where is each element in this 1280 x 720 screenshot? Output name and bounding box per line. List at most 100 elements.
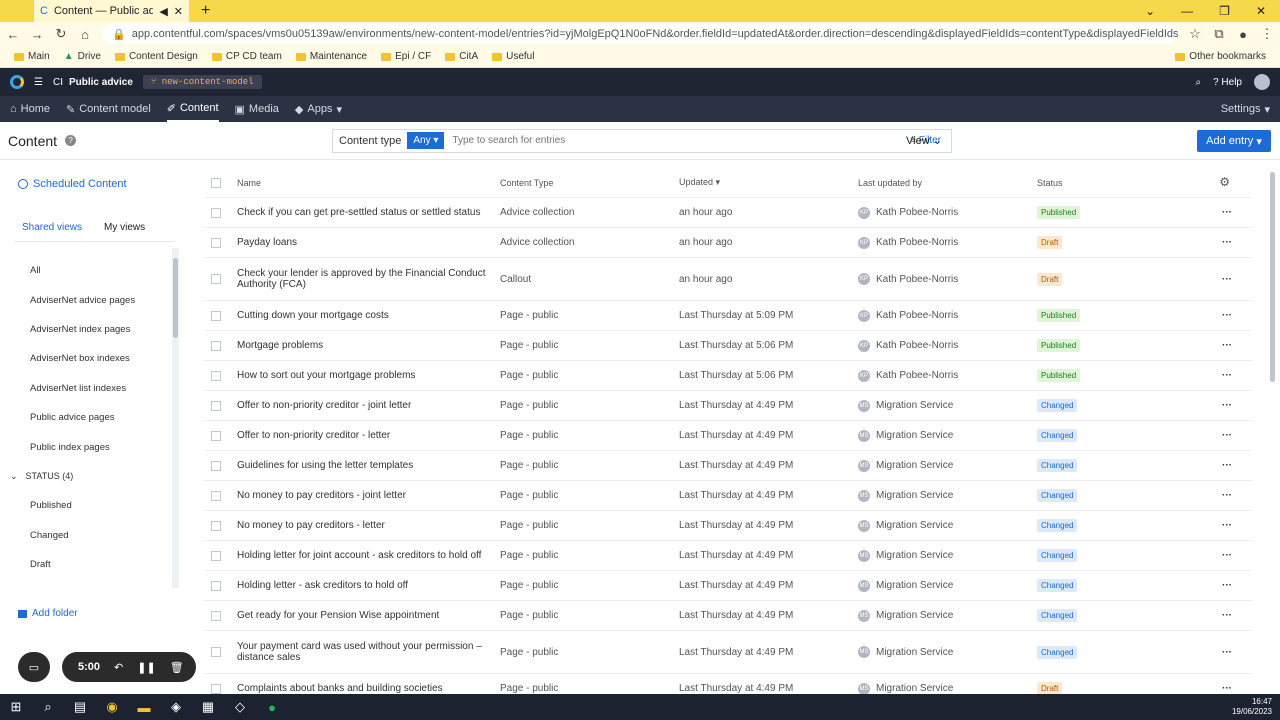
bookmark-item[interactable]: CP CD team xyxy=(211,51,282,62)
system-clock[interactable]: 16:47 19/06/2023 xyxy=(1232,697,1272,717)
nav-content-model[interactable]: ✎ Content model xyxy=(66,96,151,122)
sidebar-scrollbar[interactable] xyxy=(172,248,179,588)
row-checkbox[interactable] xyxy=(211,647,221,657)
entry-name[interactable]: Holding letter for joint account - ask c… xyxy=(237,550,500,561)
entry-name[interactable]: Guidelines for using the letter template… xyxy=(237,460,500,471)
environment-badge[interactable]: ⑂ new-content-model xyxy=(142,75,262,89)
table-scroll-thumb[interactable] xyxy=(1269,172,1275,382)
more-actions-icon[interactable]: ··· xyxy=(1217,460,1237,471)
reload-icon[interactable]: ↻ xyxy=(54,26,68,42)
entry-name[interactable]: Check your lender is approved by the Fin… xyxy=(237,268,500,290)
more-actions-icon[interactable]: ··· xyxy=(1217,370,1237,381)
bookmark-item[interactable]: Useful xyxy=(492,51,534,62)
col-last-updated-by[interactable]: Last updated by xyxy=(858,178,1037,188)
sidebar-scroll-thumb[interactable] xyxy=(173,258,178,338)
bookmark-item[interactable]: Epi / CF xyxy=(381,51,431,62)
tab-my-views[interactable]: My views xyxy=(104,222,145,233)
add-entry-button[interactable]: Add entry ▾ xyxy=(1197,130,1271,152)
bookmark-item[interactable]: CitA xyxy=(445,51,478,62)
row-checkbox[interactable] xyxy=(211,520,221,531)
bookmark-item[interactable]: Maintenance xyxy=(295,51,367,62)
nav-apps[interactable]: ◆ Apps ▾ xyxy=(295,96,342,122)
table-row[interactable]: Holding letter for joint account - ask c… xyxy=(204,541,1252,571)
row-checkbox[interactable] xyxy=(211,683,221,694)
search-input[interactable] xyxy=(444,135,901,146)
col-name[interactable]: Name xyxy=(237,178,500,188)
entry-name[interactable]: Offer to non-priority creditor - joint l… xyxy=(237,400,500,411)
content-type-select[interactable]: Any ▾ xyxy=(407,132,445,149)
view-item[interactable]: AdviserNet box indexes xyxy=(0,344,172,373)
entry-name[interactable]: How to sort out your mortgage problems xyxy=(237,370,500,381)
row-checkbox[interactable] xyxy=(211,370,221,381)
app-icon[interactable]: ◇ xyxy=(232,699,248,715)
view-item[interactable]: All xyxy=(0,256,172,285)
more-actions-icon[interactable]: ··· xyxy=(1217,580,1237,591)
windows-start-icon[interactable]: ⊞ xyxy=(8,699,24,715)
row-checkbox[interactable] xyxy=(211,340,221,351)
undo-icon[interactable]: ↶ xyxy=(114,661,123,674)
chevron-down-icon[interactable]: ⌄ xyxy=(1145,4,1155,18)
entry-name[interactable]: No money to pay creditors - joint letter xyxy=(237,490,500,501)
url-input[interactable]: 🔒 app.contentful.com/spaces/vms0u05139aw… xyxy=(102,24,1178,44)
more-actions-icon[interactable]: ··· xyxy=(1217,310,1237,321)
status-folder-header[interactable]: ⌄ STATUS (4) xyxy=(0,462,172,491)
search-icon[interactable]: ⌕ xyxy=(1195,77,1201,88)
table-row[interactable]: No money to pay creditors - letter Page -… xyxy=(204,511,1252,541)
nav-content[interactable]: ✐ Content xyxy=(166,96,219,122)
table-row[interactable]: Get ready for your Pension Wise appointm… xyxy=(204,601,1252,631)
row-checkbox[interactable] xyxy=(211,580,221,591)
extensions-icon[interactable]: ⧉ xyxy=(1212,26,1226,42)
view-item[interactable]: AdviserNet index pages xyxy=(0,315,172,344)
space-switcher[interactable]: CI Public advice xyxy=(53,77,133,88)
chrome-icon[interactable]: ◉ xyxy=(104,699,120,715)
pause-icon[interactable]: ❚❚ xyxy=(137,661,155,674)
row-checkbox[interactable] xyxy=(211,400,221,411)
more-actions-icon[interactable]: ··· xyxy=(1217,490,1237,501)
minimize-icon[interactable]: — xyxy=(1181,4,1193,18)
more-actions-icon[interactable]: ··· xyxy=(1217,430,1237,441)
restore-icon[interactable]: ❐ xyxy=(1219,4,1230,18)
app-icon[interactable]: ◈ xyxy=(168,699,184,715)
help-circle-icon[interactable]: ? xyxy=(65,135,77,146)
entry-name[interactable]: Payday loans xyxy=(237,237,500,248)
row-checkbox[interactable] xyxy=(211,610,221,621)
more-actions-icon[interactable]: ··· xyxy=(1217,237,1237,248)
nav-settings[interactable]: Settings ▾ xyxy=(1221,96,1270,122)
table-row[interactable]: Payday loans Advice collection an hour ago… xyxy=(204,228,1252,258)
bookmark-item[interactable]: ▲ Drive xyxy=(64,51,101,62)
entry-name[interactable]: Mortgage problems xyxy=(237,340,500,351)
row-checkbox[interactable] xyxy=(211,237,221,248)
view-item[interactable]: Published xyxy=(0,491,172,520)
hamburger-menu-icon[interactable]: ☰ xyxy=(34,77,43,88)
more-actions-icon[interactable]: ··· xyxy=(1217,340,1237,351)
row-checkbox[interactable] xyxy=(211,310,221,321)
more-actions-icon[interactable]: ··· xyxy=(1217,683,1237,694)
entry-name[interactable]: Your payment card was used without your … xyxy=(237,641,500,663)
spotify-icon[interactable]: ● xyxy=(264,699,280,715)
user-avatar[interactable] xyxy=(1254,74,1270,90)
nav-home[interactable]: ⌂ Home xyxy=(10,96,50,122)
view-button[interactable]: View ⌄ xyxy=(906,134,942,147)
row-checkbox[interactable] xyxy=(211,550,221,561)
row-checkbox[interactable] xyxy=(211,490,221,501)
col-updated[interactable]: Updated ▾ xyxy=(679,177,858,188)
help-link[interactable]: ? Help xyxy=(1213,77,1242,88)
table-row[interactable]: Offer to non-priority creditor - joint l… xyxy=(204,391,1252,421)
home-icon[interactable]: ⌂ xyxy=(78,27,92,42)
view-item[interactable]: Public advice pages xyxy=(0,403,172,432)
entry-name[interactable]: Get ready for your Pension Wise appointm… xyxy=(237,610,500,621)
table-row[interactable]: Offer to non-priority creditor - letter P… xyxy=(204,421,1252,451)
profile-icon[interactable]: ● xyxy=(1236,27,1250,42)
scheduled-content-link[interactable]: Scheduled Content xyxy=(18,178,127,190)
new-tab-icon[interactable]: + xyxy=(201,2,210,20)
row-checkbox[interactable] xyxy=(211,430,221,441)
close-window-icon[interactable]: ✕ xyxy=(1256,4,1266,18)
col-status[interactable]: Status xyxy=(1037,178,1217,188)
search-icon[interactable]: ⌕ xyxy=(40,699,56,715)
more-actions-icon[interactable]: ··· xyxy=(1217,647,1237,658)
add-folder-button[interactable]: Add folder xyxy=(18,608,78,619)
close-tab-icon[interactable]: ✕ xyxy=(174,5,183,18)
more-actions-icon[interactable]: ··· xyxy=(1217,520,1237,531)
tab-shared-views[interactable]: Shared views xyxy=(22,222,82,233)
table-row[interactable]: Check your lender is approved by the Fin… xyxy=(204,258,1252,301)
